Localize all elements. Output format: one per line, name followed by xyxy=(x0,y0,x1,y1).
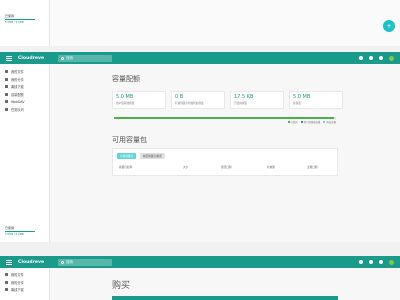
stat-label: 已使用容量 xyxy=(234,102,247,105)
tab-available-packs[interactable]: 可用容量包 xyxy=(117,153,136,159)
avatar[interactable] xyxy=(389,259,394,265)
avatar[interactable] xyxy=(389,55,394,61)
folder-icon xyxy=(5,70,8,74)
view-toggle-icon[interactable] xyxy=(369,56,373,60)
sidebar-storage-footer: 已使用 5.0MB / 5.0MB xyxy=(5,226,35,236)
page-title: 容量配额 xyxy=(112,75,140,83)
table-header-expires: 过期日期 xyxy=(307,166,318,169)
previous-page-fragment: 已使用 5.0MB / 5.0MB + xyxy=(0,0,400,46)
progress-legend: 已使用 用户组基础容量 附加容量 xyxy=(287,120,336,124)
view-toggle-icon[interactable] xyxy=(369,260,373,264)
download-icon xyxy=(5,85,8,89)
quota-page: Cloudreve 搜索 我的文件 我的分享 离线下载 容量配额 WebDAV … xyxy=(0,52,400,242)
sidebar: 我的文件 我的分享 离线下载 xyxy=(0,268,50,300)
table-header-name: 容量包名称 xyxy=(119,166,132,169)
stat-label: 有效容量包附加附加容量 xyxy=(175,102,204,105)
settings-icon[interactable] xyxy=(379,56,383,60)
cloud-icon xyxy=(5,100,8,104)
share-icon xyxy=(5,280,8,284)
sidebar-item-shares[interactable]: 我的分享 xyxy=(0,76,49,84)
sidebar-item-shares[interactable]: 我的分享 xyxy=(0,279,49,287)
quota-progress-fill xyxy=(114,117,334,119)
sidebar-item-offline[interactable]: 离线下载 xyxy=(0,83,49,91)
stat-label: 用户组基础容量 xyxy=(116,102,135,105)
legend-item: 附加容量 xyxy=(323,120,336,124)
task-icon xyxy=(5,107,8,111)
search-placeholder: 搜索 xyxy=(66,259,74,264)
stat-value: 0 B xyxy=(175,94,184,100)
buy-page: Cloudreve 搜索 我的文件 我的分享 离线下载 购买 xyxy=(0,256,400,300)
top-app-bar: Cloudreve 搜索 xyxy=(0,256,400,268)
sidebar-item-files[interactable]: 我的文件 xyxy=(0,271,49,279)
share-icon xyxy=(5,77,8,81)
stat-value: 17.5 KB xyxy=(234,94,254,100)
stat-card: 17.5 KB 已使用容量 xyxy=(230,91,284,109)
storage-usage: 5.0MB / 5.0MB xyxy=(5,21,24,24)
menu-icon[interactable] xyxy=(6,259,12,265)
table-header-validity: 有效期 xyxy=(267,166,275,169)
sidebar-item-webdav[interactable]: WebDAV xyxy=(0,98,49,106)
storage-bar xyxy=(5,231,35,232)
theme-toggle-icon[interactable] xyxy=(359,56,363,60)
sidebar-item-quota[interactable]: 容量配额 xyxy=(0,91,49,99)
sidebar-item-tasks[interactable]: 任务队列 xyxy=(0,106,49,114)
stat-value: 5.0 MB xyxy=(116,94,134,100)
buy-header-band xyxy=(112,296,338,300)
search-placeholder: 搜索 xyxy=(66,55,74,60)
sidebar-item-offline[interactable]: 离线下载 xyxy=(0,286,49,294)
brand-title[interactable]: Cloudreve xyxy=(18,56,44,61)
section-title: 可用容量包 xyxy=(112,136,147,144)
menu-icon[interactable] xyxy=(6,55,12,61)
app-page: 已使用 5.0MB / 5.0MB + Cloudreve 搜索 我的文件 我的… xyxy=(0,0,400,300)
sidebar-item-files[interactable]: 我的文件 xyxy=(0,68,49,76)
page-title: 购买 xyxy=(112,281,131,291)
table-header-row: 容量包名称 大小 激活日期 有效期 过期日期 xyxy=(119,165,331,169)
plus-icon: + xyxy=(386,22,392,30)
stat-value: 5.0 MB xyxy=(293,94,311,100)
search-icon xyxy=(61,260,65,264)
storage-label: 已使用 xyxy=(5,226,15,230)
sidebar-storage-footer: 已使用 5.0MB / 5.0MB xyxy=(5,14,35,24)
upload-fab-button[interactable]: + xyxy=(383,20,395,32)
search-input[interactable]: 搜索 xyxy=(58,258,113,266)
storage-usage: 5.0MB / 5.0MB xyxy=(5,233,24,236)
settings-icon[interactable] xyxy=(379,260,383,264)
quota-stats: 5.0 MB 用户组基础容量 0 B 有效容量包附加附加容量 17.5 KB 已… xyxy=(112,91,343,109)
stat-card: 0 B 有效容量包附加附加容量 xyxy=(171,91,225,109)
sidebar: 我的文件 我的分享 离线下载 容量配额 WebDAV 任务队列 已使用 5.0M… xyxy=(0,64,50,242)
storage-icon xyxy=(5,92,8,96)
table-header-activated: 激活日期 xyxy=(221,166,232,169)
tab-buy-packs[interactable]: 购买容量包/购买 xyxy=(139,153,165,159)
search-input[interactable]: 搜索 xyxy=(58,54,113,62)
theme-toggle-icon[interactable] xyxy=(359,260,363,264)
storage-bar xyxy=(5,19,35,20)
legend-item: 已使用 xyxy=(287,120,298,124)
folder-icon xyxy=(5,273,8,277)
top-app-bar: Cloudreve 搜索 xyxy=(0,52,400,64)
stat-card: 5.0 MB 总容量 xyxy=(289,91,343,109)
stat-label: 总容量 xyxy=(293,102,301,105)
brand-title[interactable]: Cloudreve xyxy=(18,260,44,265)
storage-label: 已使用 xyxy=(5,14,15,18)
legend-item: 用户组基础容量 xyxy=(300,120,320,124)
download-icon xyxy=(5,288,8,292)
search-icon xyxy=(61,56,65,60)
packs-card: 可用容量包 购买容量包/购买 容量包名称 大小 激活日期 有效期 过期日期 xyxy=(112,148,338,176)
stat-card: 5.0 MB 用户组基础容量 xyxy=(112,91,166,109)
table-header-size: 大小 xyxy=(183,166,189,169)
quota-progress-bar xyxy=(114,117,336,119)
